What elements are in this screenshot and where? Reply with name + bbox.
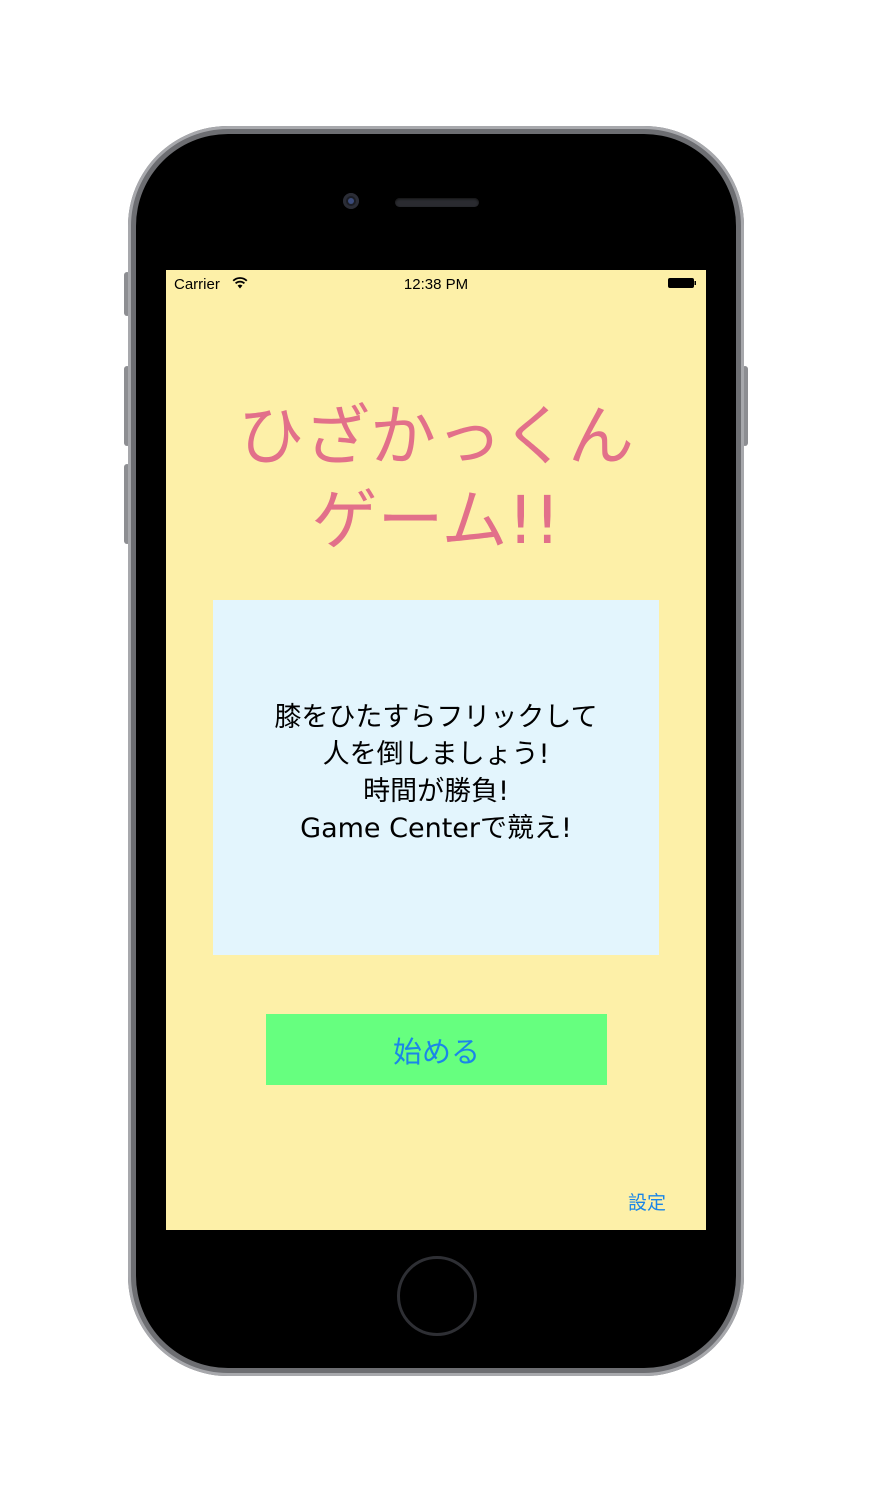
earpiece-speaker xyxy=(395,198,479,207)
status-time: 12:38 PM xyxy=(403,276,469,293)
app-screen: Carrier 12:38 PM ひざかっくん ゲーム!! 膝をひたすらフリック… xyxy=(166,270,706,1230)
description-line: 時間が勝負! xyxy=(363,775,509,807)
home-button[interactable] xyxy=(397,1256,477,1336)
game-title: ひざかっくん ゲーム!! xyxy=(166,395,706,563)
description-text: 膝をひたすらフリックして 人を倒しましょう! 時間が勝負! Game Cente… xyxy=(274,699,597,847)
start-button[interactable]: 始める xyxy=(266,1014,607,1085)
front-camera xyxy=(343,193,359,209)
description-line: 膝をひたすらフリックして xyxy=(274,701,598,733)
description-line: Game Centerで競え! xyxy=(300,812,572,844)
battery-icon xyxy=(668,278,696,288)
status-bar: Carrier 12:38 PM xyxy=(166,270,706,298)
description-panel: 膝をひたすらフリックして 人を倒しましょう! 時間が勝負! Game Cente… xyxy=(213,600,659,955)
description-line: 人を倒しましょう! xyxy=(322,738,550,770)
title-line-1: ひざかっくん xyxy=(238,398,634,475)
title-line-2: ゲーム!! xyxy=(311,482,561,559)
settings-button[interactable]: 設定 xyxy=(628,1188,666,1215)
